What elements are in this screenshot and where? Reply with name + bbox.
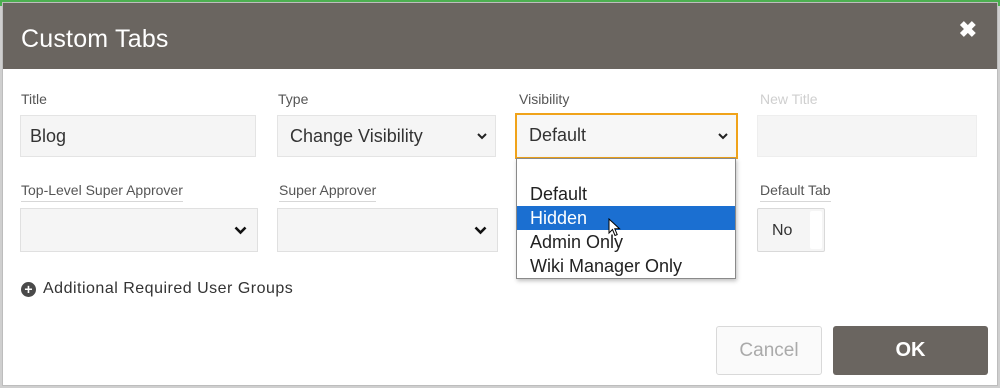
default-tab-value: No — [772, 222, 793, 239]
type-select-value: Change Visibility — [290, 126, 423, 146]
option-hidden[interactable]: Hidden — [517, 206, 735, 230]
visibility-select[interactable]: Default — [515, 113, 738, 159]
close-icon[interactable]: ✖ — [959, 19, 977, 41]
new-title-input[interactable] — [757, 115, 977, 157]
visibility-dropdown-list: Default Hidden Admin Only Wiki Manager O… — [516, 158, 736, 279]
chevron-down-icon — [716, 115, 730, 157]
option-admin-only[interactable]: Admin Only — [517, 230, 735, 254]
dialog-header: Custom Tabs ✖ — [3, 3, 997, 69]
type-select[interactable]: Change Visibility — [277, 115, 496, 157]
type-label: Type — [278, 91, 309, 107]
new-title-label: New Title — [760, 91, 818, 107]
cancel-button[interactable]: Cancel — [716, 326, 822, 375]
plus-circle-icon: + — [21, 281, 36, 297]
top-level-super-approver-label: Top-Level Super Approver — [21, 182, 183, 202]
chevron-down-icon — [475, 116, 489, 156]
top-level-super-approver-select[interactable] — [20, 208, 258, 252]
additional-user-groups-label: Additional Required User Groups — [43, 280, 294, 297]
toggle-knob — [810, 211, 822, 249]
mouse-pointer-icon — [608, 217, 622, 243]
option-wiki-manager-only[interactable]: Wiki Manager Only — [517, 254, 735, 278]
super-approver-label: Super Approver — [279, 182, 377, 202]
title-label: Title — [21, 91, 47, 107]
chevron-down-icon — [223, 209, 257, 251]
visibility-label: Visibility — [519, 91, 570, 107]
title-input[interactable]: Blog — [20, 115, 256, 157]
dialog-title: Custom Tabs — [21, 25, 169, 53]
option-default[interactable]: Default — [517, 182, 735, 206]
additional-user-groups-link[interactable]: + Additional Required User Groups — [21, 280, 293, 298]
super-approver-select[interactable] — [277, 208, 498, 252]
chevron-down-icon — [463, 209, 497, 251]
dropdown-blank-option[interactable] — [517, 159, 735, 182]
visibility-select-value: Default — [529, 125, 587, 145]
ok-button[interactable]: OK — [833, 326, 988, 375]
default-tab-toggle[interactable]: No — [757, 208, 825, 252]
default-tab-label: Default Tab — [760, 182, 831, 202]
